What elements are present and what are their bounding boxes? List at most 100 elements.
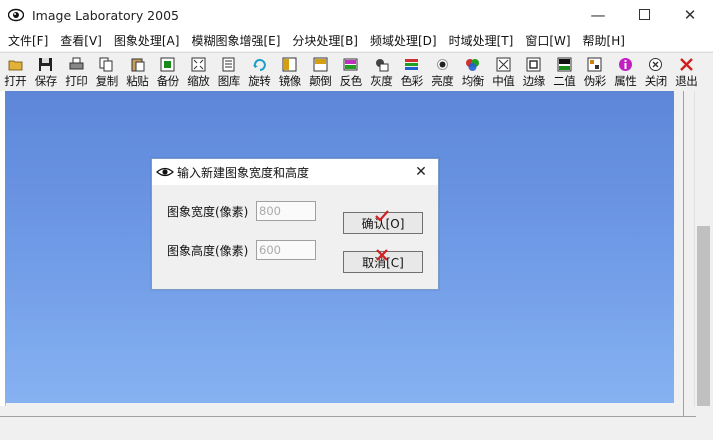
toolbar-label: 打印 (65, 74, 88, 88)
toolbar-button-mirror[interactable]: 镜像 (275, 53, 306, 91)
median-icon (496, 57, 511, 72)
toolbar-button-edge[interactable]: 边缘 (519, 53, 550, 91)
toolbar-button-color[interactable]: 色彩 (397, 53, 428, 91)
minimize-button[interactable]: — (575, 0, 621, 30)
menu-bar: 文件[F] 查看[V] 图象处理[A] 模糊图象增强[E] 分块处理[B] 频域… (0, 30, 713, 51)
exit-icon (679, 57, 694, 72)
toolbar-label: 中值 (492, 74, 515, 88)
toolbar-button-equalize[interactable]: 均衡 (458, 53, 489, 91)
toolbar-button-printer[interactable]: 打印 (61, 53, 92, 91)
maximize-button[interactable] (621, 0, 667, 30)
menu-window[interactable]: 窗口[W] (519, 32, 576, 49)
toolbar-label: 属性 (614, 74, 637, 88)
rotate-icon (252, 57, 267, 72)
toolbar-label: 缩放 (187, 74, 210, 88)
status-bar (0, 418, 713, 440)
height-input[interactable] (256, 240, 316, 260)
zoom-icon (191, 57, 206, 72)
width-input[interactable] (256, 201, 316, 221)
toolbar-button-zoom[interactable]: 缩放 (183, 53, 214, 91)
toolbar-button-backup[interactable]: 备份 (153, 53, 184, 91)
toolbar-button-invert[interactable]: 反色 (336, 53, 367, 91)
new-image-size-dialog: 输入新建图象宽度和高度 ✕ 图象宽度(像素) 图象高度(像素) 确认[O] 取消… (151, 158, 439, 290)
toolbar: 打开 保存 打印 复制 粘贴 备份 缩放 图库 旋转 镜像 颠倒 反色 灰度 色彩 亮度 均衡 中值 边缘 二值 伪彩… (0, 52, 713, 92)
paste-icon (130, 57, 145, 72)
minimize-icon: — (590, 6, 606, 24)
toolbar-label: 均衡 (461, 74, 485, 88)
toolbar-button-paste[interactable]: 粘贴 (122, 53, 153, 91)
menu-frequency-domain[interactable]: 频域处理[D] (364, 32, 443, 49)
menu-block-processing[interactable]: 分块处理[B] (286, 32, 364, 49)
toolbar-label: 二值 (553, 74, 576, 88)
close-icon[interactable]: ✕ (412, 163, 430, 181)
menu-image-processing[interactable]: 图象处理[A] (108, 32, 186, 49)
toolbar-button-open-folder[interactable]: 打开 (0, 53, 31, 91)
menu-view[interactable]: 查看[V] (54, 32, 108, 49)
open-folder-icon (8, 57, 23, 72)
toolbar-button-exit[interactable]: 退出 (671, 53, 702, 91)
toolbar-button-pseudo-color[interactable]: 伪彩 (580, 53, 611, 91)
checkmark-icon (374, 209, 390, 225)
toolbar-label: 保存 (34, 74, 58, 88)
toolbar-button-flip[interactable]: 颠倒 (305, 53, 336, 91)
toolbar-label: 边缘 (522, 74, 546, 88)
ok-button[interactable]: 确认[O] (343, 209, 423, 234)
gallery-icon (221, 57, 236, 72)
eye-app-icon (8, 7, 24, 23)
cancel-button[interactable]: 取消[C] (343, 248, 423, 273)
pseudo-color-icon (587, 57, 602, 72)
backup-icon (160, 57, 175, 72)
menu-file[interactable]: 文件[F] (0, 32, 54, 49)
window-title: Image Laboratory 2005 (32, 7, 179, 23)
toolbar-label: 旋转 (248, 74, 271, 88)
toolbar-label: 反色 (339, 74, 363, 88)
menu-time-domain[interactable]: 时域处理[T] (443, 32, 520, 49)
edge-icon (526, 57, 541, 72)
scrollbar-thumb[interactable] (697, 226, 710, 406)
toolbar-button-copy[interactable]: 复制 (92, 53, 123, 91)
toolbar-label: 粘贴 (126, 74, 149, 88)
toolbar-button-gallery[interactable]: 图库 (214, 53, 245, 91)
save-disk-icon (38, 57, 53, 72)
menu-help[interactable]: 帮助[H] (577, 32, 631, 49)
vertical-scrollbar[interactable] (694, 91, 712, 407)
toolbar-label: 备份 (156, 74, 180, 88)
toolbar-label: 伪彩 (583, 74, 607, 88)
title-bar: Image Laboratory 2005 — ✕ (0, 0, 713, 30)
close-icon: ✕ (683, 6, 697, 24)
toolbar-button-save-disk[interactable]: 保存 (31, 53, 62, 91)
toolbar-label: 图库 (217, 74, 241, 88)
maximize-icon (638, 6, 650, 24)
color-icon (404, 57, 419, 72)
cross-icon (374, 248, 390, 264)
mirror-icon (282, 57, 297, 72)
menu-fuzzy-enhance[interactable]: 模糊图象增强[E] (185, 32, 286, 49)
toolbar-label: 复制 (95, 74, 119, 88)
properties-icon (618, 57, 633, 72)
toolbar-label: 镜像 (278, 74, 302, 88)
toolbar-label: 亮度 (431, 74, 454, 88)
toolbar-button-median[interactable]: 中值 (488, 53, 519, 91)
grayscale-icon (374, 57, 389, 72)
toolbar-label: 关闭 (644, 74, 668, 88)
toolbar-label: 灰度 (370, 74, 393, 88)
toolbar-label: 色彩 (400, 74, 424, 88)
toolbar-button-rotate[interactable]: 旋转 (244, 53, 275, 91)
toolbar-button-grayscale[interactable]: 灰度 (366, 53, 397, 91)
invert-icon (343, 57, 358, 72)
toolbar-button-brightness[interactable]: 亮度 (427, 53, 458, 91)
toolbar-button-close-doc[interactable]: 关闭 (641, 53, 672, 91)
dialog-title: 输入新建图象宽度和高度 (177, 165, 310, 180)
close-window-button[interactable]: ✕ (667, 0, 713, 30)
eye-dialog-icon (156, 165, 174, 179)
document-bottom-border (0, 416, 696, 417)
binary-icon (557, 57, 572, 72)
dialog-title-bar: 输入新建图象宽度和高度 ✕ (152, 159, 438, 185)
flip-icon (313, 57, 328, 72)
close-doc-icon (648, 57, 663, 72)
brightness-icon (435, 57, 450, 72)
toolbar-button-binary[interactable]: 二值 (549, 53, 580, 91)
height-label: 图象高度(像素) (167, 244, 249, 258)
toolbar-button-properties[interactable]: 属性 (610, 53, 641, 91)
toolbar-label: 颠倒 (309, 74, 332, 88)
